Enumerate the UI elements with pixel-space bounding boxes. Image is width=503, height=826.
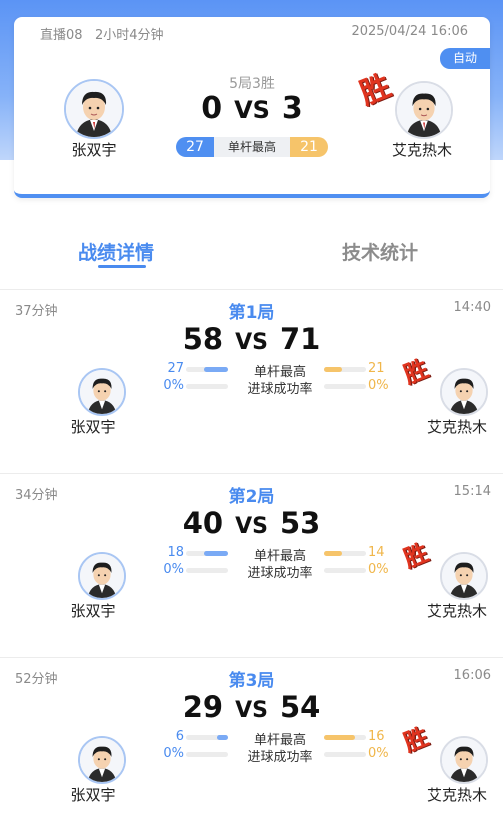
potting-rate-right: 0% xyxy=(368,562,389,577)
highest-break-right-bar xyxy=(324,551,366,556)
player-left-name: 张双宇 xyxy=(71,141,117,159)
player-cartoon-icon xyxy=(442,738,486,782)
player-left-avatar[interactable] xyxy=(78,736,126,784)
highest-break-label: 单杆最高 xyxy=(214,137,290,157)
player-left-avatar[interactable] xyxy=(78,552,126,600)
player-right-avatar[interactable] xyxy=(440,736,488,784)
game-end-time: 16:06 xyxy=(453,668,491,683)
potting-rate-label: 进球成功率 xyxy=(247,750,313,765)
highest-break-right: 14 xyxy=(368,545,385,560)
highest-break-right: 16 xyxy=(368,729,385,744)
game-score: 40 VS 53 xyxy=(0,506,503,540)
highest-break-right-fill xyxy=(324,551,343,556)
vs-label: VS xyxy=(234,96,270,124)
live-channel-label: 直播08 2小时4分钟 xyxy=(40,24,164,43)
highest-break-right-bar xyxy=(324,367,366,372)
vs-label: VS xyxy=(235,514,268,539)
highest-break-left-bar xyxy=(186,735,228,740)
highest-break-left-fill xyxy=(204,551,228,556)
player-left-name: 张双宇 xyxy=(70,786,116,804)
player-left-avatar[interactable] xyxy=(78,368,126,416)
match-score-left: 0 xyxy=(201,91,223,126)
potting-rate-left: 0% xyxy=(163,746,184,761)
player-cartoon-icon xyxy=(80,554,124,598)
tab-bar: 战绩详情 技术统计 xyxy=(0,228,503,272)
vs-label: VS xyxy=(235,330,268,355)
potting-rate-right: 0% xyxy=(368,746,389,761)
potting-rate-left-bar xyxy=(186,384,228,389)
game-title: 第2局 xyxy=(228,487,275,507)
game-score-right: 71 xyxy=(279,322,321,356)
highest-break-right-fill xyxy=(324,367,343,372)
vs-label: VS xyxy=(235,698,268,723)
game-score-left: 40 xyxy=(182,506,224,540)
highest-break-right: 21 xyxy=(368,361,385,376)
highest-break-row: 27 单杆最高 21 xyxy=(160,361,390,380)
highest-break-row: 18 单杆最高 14 xyxy=(160,545,390,564)
player-right-name: 艾克热木 xyxy=(426,418,487,436)
game-title: 第1局 xyxy=(228,303,275,323)
potting-rate-label: 进球成功率 xyxy=(247,566,313,581)
active-tab-indicator xyxy=(98,265,146,268)
potting-rate-row: 0% 进球成功率 0% xyxy=(160,746,390,765)
game-score: 29 VS 54 xyxy=(0,690,503,724)
auto-toggle-button[interactable]: 自动 xyxy=(440,48,490,69)
game-end-time: 14:40 xyxy=(453,300,491,315)
highest-break-row: 6 单杆最高 16 xyxy=(160,729,390,748)
player-right-name: 艾克热木 xyxy=(426,602,487,620)
player-cartoon-icon xyxy=(442,554,486,598)
highest-break-left-fill xyxy=(204,367,228,372)
game-end-time: 15:14 xyxy=(453,484,491,499)
match-elapsed: 2小时4分钟 xyxy=(94,28,164,43)
game-card[interactable]: 52分钟 第3局 16:06 29 VS 54 6 单杆最高 16 0% 进球成功率… xyxy=(0,658,503,826)
highest-break-left: 18 xyxy=(167,545,184,560)
game-card[interactable]: 34分钟 第2局 15:14 40 VS 53 18 单杆最高 14 0% 进球成功… xyxy=(0,474,503,650)
potting-rate-left: 0% xyxy=(163,378,184,393)
potting-rate-right-bar xyxy=(324,752,366,757)
game-score-right: 53 xyxy=(279,506,321,540)
highest-break-left-fill xyxy=(216,735,228,740)
highest-break-right-fill xyxy=(324,735,355,740)
player-right-name: 艾克热木 xyxy=(426,786,487,804)
potting-rate-right-bar xyxy=(324,568,366,573)
potting-rate-left: 0% xyxy=(163,562,184,577)
player-cartoon-icon xyxy=(80,738,124,782)
game-score-left: 58 xyxy=(182,322,224,356)
tab-match-details[interactable]: 战绩详情 xyxy=(78,238,154,265)
highest-break-right-bar xyxy=(324,735,366,740)
player-right-name: 艾克热木 xyxy=(391,141,452,159)
game-score-left: 29 xyxy=(182,690,224,724)
player-cartoon-icon xyxy=(80,370,124,414)
highest-break-left-bar xyxy=(186,367,228,372)
highest-break-left: 27 xyxy=(167,361,184,376)
tab-technical-stats[interactable]: 技术统计 xyxy=(342,238,418,265)
player-right-avatar[interactable] xyxy=(440,552,488,600)
highest-break-left: 6 xyxy=(175,729,184,744)
player-left-name: 张双宇 xyxy=(70,418,116,436)
highest-break-left-bar xyxy=(186,551,228,556)
match-score-right: 3 xyxy=(281,91,303,126)
highest-break-right: 21 xyxy=(290,137,328,157)
potting-rate-row: 0% 进球成功率 0% xyxy=(160,562,390,581)
game-title: 第3局 xyxy=(228,671,275,691)
game-score-right: 54 xyxy=(279,690,321,724)
potting-rate-left-bar xyxy=(186,568,228,573)
potting-rate-label: 进球成功率 xyxy=(247,382,313,397)
player-cartoon-icon xyxy=(442,370,486,414)
player-right-avatar[interactable] xyxy=(395,81,453,139)
potting-rate-left-bar xyxy=(186,752,228,757)
highest-break-badge: 27 单杆最高 21 xyxy=(176,137,328,157)
live-channel: 直播08 xyxy=(40,28,83,43)
match-date: 2025/04/24 16:06 xyxy=(351,24,468,39)
game-card[interactable]: 37分钟 第1局 14:40 58 VS 71 27 单杆最高 21 0% 进球成功… xyxy=(0,290,503,466)
player-cartoon-icon xyxy=(397,83,451,137)
highest-break-left: 27 xyxy=(176,137,214,157)
potting-rate-right: 0% xyxy=(368,378,389,393)
player-right-avatar[interactable] xyxy=(440,368,488,416)
game-score: 58 VS 71 xyxy=(0,322,503,356)
player-left-name: 张双宇 xyxy=(70,602,116,620)
potting-rate-right-bar xyxy=(324,384,366,389)
match-summary-card: 直播08 2小时4分钟 2025/04/24 16:06 自动 张双宇 5局3胜… xyxy=(14,17,490,198)
potting-rate-row: 0% 进球成功率 0% xyxy=(160,378,390,397)
